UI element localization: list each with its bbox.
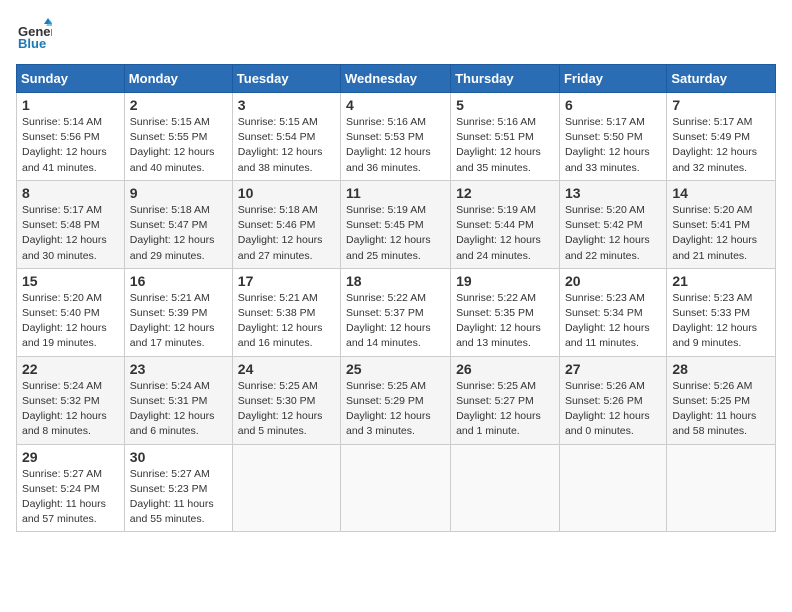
- day-cell-19: 19Sunrise: 5:22 AM Sunset: 5:35 PM Dayli…: [451, 268, 560, 356]
- page-header: General Blue: [16, 16, 776, 52]
- day-cell-25: 25Sunrise: 5:25 AM Sunset: 5:29 PM Dayli…: [341, 356, 451, 444]
- svg-text:Blue: Blue: [18, 36, 46, 51]
- day-cell-20: 20Sunrise: 5:23 AM Sunset: 5:34 PM Dayli…: [559, 268, 666, 356]
- day-cell-17: 17Sunrise: 5:21 AM Sunset: 5:38 PM Dayli…: [232, 268, 340, 356]
- day-cell-16: 16Sunrise: 5:21 AM Sunset: 5:39 PM Dayli…: [124, 268, 232, 356]
- day-header-monday: Monday: [124, 65, 232, 93]
- day-cell-26: 26Sunrise: 5:25 AM Sunset: 5:27 PM Dayli…: [451, 356, 560, 444]
- day-header-friday: Friday: [559, 65, 666, 93]
- day-cell-27: 27Sunrise: 5:26 AM Sunset: 5:26 PM Dayli…: [559, 356, 666, 444]
- calendar-table: SundayMondayTuesdayWednesdayThursdayFrid…: [16, 64, 776, 532]
- day-cell-2: 2Sunrise: 5:15 AM Sunset: 5:55 PM Daylig…: [124, 93, 232, 181]
- logo: General Blue: [16, 16, 56, 52]
- day-cell-1: 1Sunrise: 5:14 AM Sunset: 5:56 PM Daylig…: [17, 93, 125, 181]
- day-cell-24: 24Sunrise: 5:25 AM Sunset: 5:30 PM Dayli…: [232, 356, 340, 444]
- day-header-saturday: Saturday: [667, 65, 776, 93]
- day-cell-29: 29Sunrise: 5:27 AM Sunset: 5:24 PM Dayli…: [17, 444, 125, 532]
- day-cell-6: 6Sunrise: 5:17 AM Sunset: 5:50 PM Daylig…: [559, 93, 666, 181]
- day-header-sunday: Sunday: [17, 65, 125, 93]
- day-cell-7: 7Sunrise: 5:17 AM Sunset: 5:49 PM Daylig…: [667, 93, 776, 181]
- day-cell-empty: [559, 444, 666, 532]
- day-cell-8: 8Sunrise: 5:17 AM Sunset: 5:48 PM Daylig…: [17, 180, 125, 268]
- day-header-tuesday: Tuesday: [232, 65, 340, 93]
- day-cell-28: 28Sunrise: 5:26 AM Sunset: 5:25 PM Dayli…: [667, 356, 776, 444]
- day-cell-14: 14Sunrise: 5:20 AM Sunset: 5:41 PM Dayli…: [667, 180, 776, 268]
- day-cell-23: 23Sunrise: 5:24 AM Sunset: 5:31 PM Dayli…: [124, 356, 232, 444]
- day-cell-30: 30Sunrise: 5:27 AM Sunset: 5:23 PM Dayli…: [124, 444, 232, 532]
- day-cell-15: 15Sunrise: 5:20 AM Sunset: 5:40 PM Dayli…: [17, 268, 125, 356]
- day-cell-9: 9Sunrise: 5:18 AM Sunset: 5:47 PM Daylig…: [124, 180, 232, 268]
- day-cell-4: 4Sunrise: 5:16 AM Sunset: 5:53 PM Daylig…: [341, 93, 451, 181]
- day-header-wednesday: Wednesday: [341, 65, 451, 93]
- day-cell-5: 5Sunrise: 5:16 AM Sunset: 5:51 PM Daylig…: [451, 93, 560, 181]
- day-cell-3: 3Sunrise: 5:15 AM Sunset: 5:54 PM Daylig…: [232, 93, 340, 181]
- day-cell-empty: [667, 444, 776, 532]
- day-cell-13: 13Sunrise: 5:20 AM Sunset: 5:42 PM Dayli…: [559, 180, 666, 268]
- day-cell-11: 11Sunrise: 5:19 AM Sunset: 5:45 PM Dayli…: [341, 180, 451, 268]
- logo-icon: General Blue: [16, 16, 52, 52]
- day-cell-12: 12Sunrise: 5:19 AM Sunset: 5:44 PM Dayli…: [451, 180, 560, 268]
- day-cell-empty: [341, 444, 451, 532]
- day-cell-18: 18Sunrise: 5:22 AM Sunset: 5:37 PM Dayli…: [341, 268, 451, 356]
- day-cell-22: 22Sunrise: 5:24 AM Sunset: 5:32 PM Dayli…: [17, 356, 125, 444]
- day-cell-empty: [451, 444, 560, 532]
- day-header-thursday: Thursday: [451, 65, 560, 93]
- day-cell-10: 10Sunrise: 5:18 AM Sunset: 5:46 PM Dayli…: [232, 180, 340, 268]
- day-cell-empty: [232, 444, 340, 532]
- day-cell-21: 21Sunrise: 5:23 AM Sunset: 5:33 PM Dayli…: [667, 268, 776, 356]
